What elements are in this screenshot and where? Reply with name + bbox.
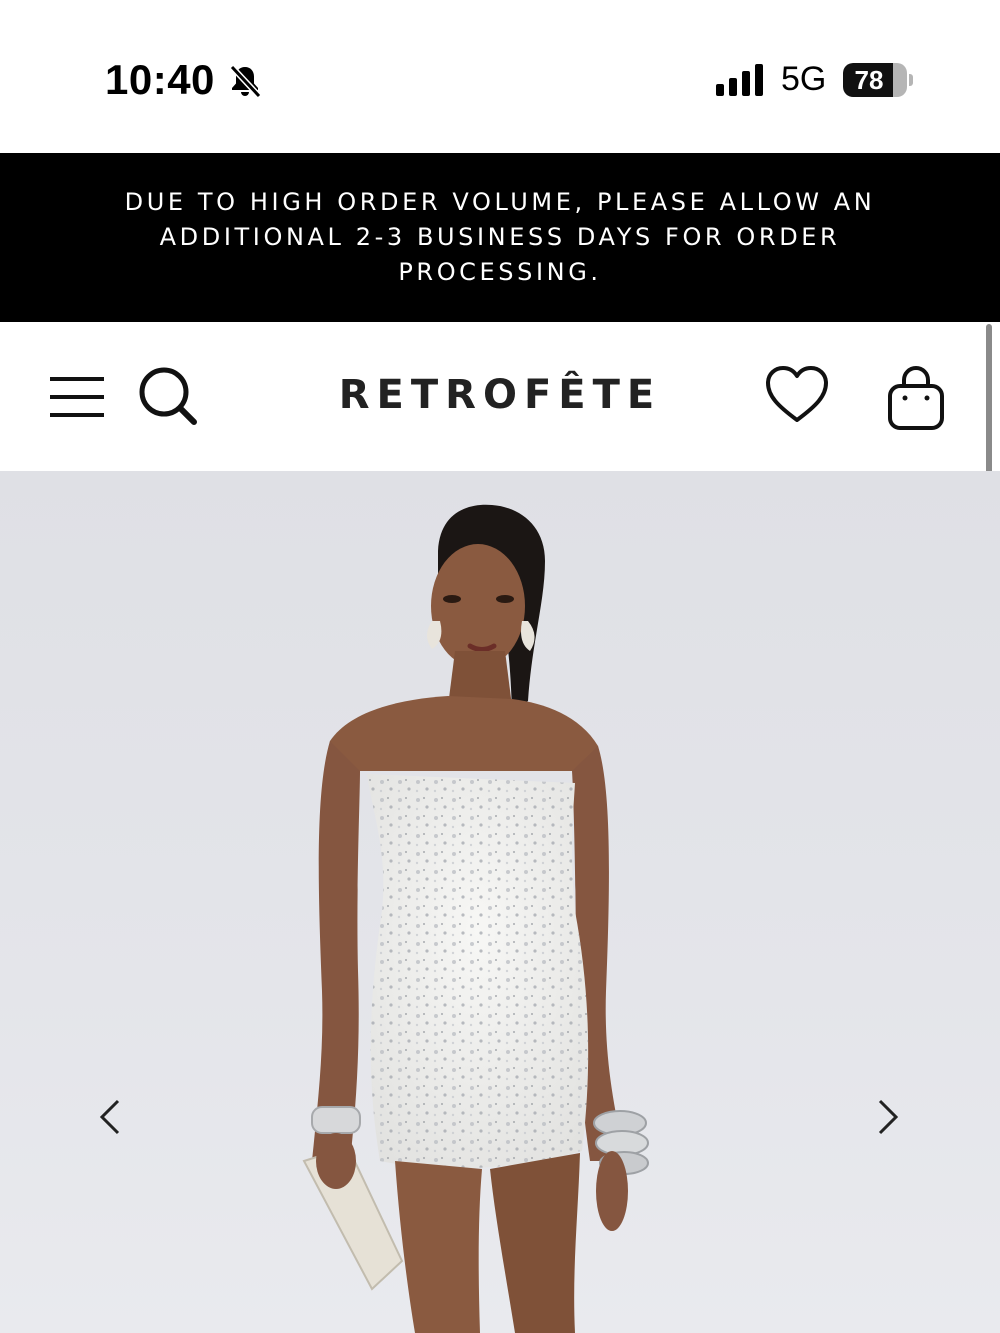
bell-muted-icon xyxy=(229,64,262,99)
product-image xyxy=(302,504,649,1333)
brand-logo[interactable]: RETROFÊTE xyxy=(300,372,700,418)
network-label: 5G xyxy=(781,60,827,98)
product-gallery[interactable] xyxy=(0,471,1000,1333)
menu-icon[interactable] xyxy=(48,373,106,421)
bag-icon[interactable] xyxy=(884,364,948,432)
signal-icon xyxy=(716,64,763,96)
search-icon[interactable] xyxy=(136,364,200,428)
battery-icon: 78 xyxy=(843,63,913,97)
status-time: 10:40 xyxy=(105,56,215,103)
announcement-banner: DUE TO HIGH ORDER VOLUME, PLEASE ALLOW A… xyxy=(0,153,1000,322)
announcement-text: DUE TO HIGH ORDER VOLUME, PLEASE ALLOW A… xyxy=(124,188,876,286)
chevron-right-icon[interactable] xyxy=(870,1095,906,1139)
battery-percent: 78 xyxy=(854,65,884,95)
chevron-left-icon[interactable] xyxy=(92,1095,128,1139)
status-bar: 10:40 5G 78 xyxy=(0,0,1000,153)
heart-icon[interactable] xyxy=(764,364,830,426)
